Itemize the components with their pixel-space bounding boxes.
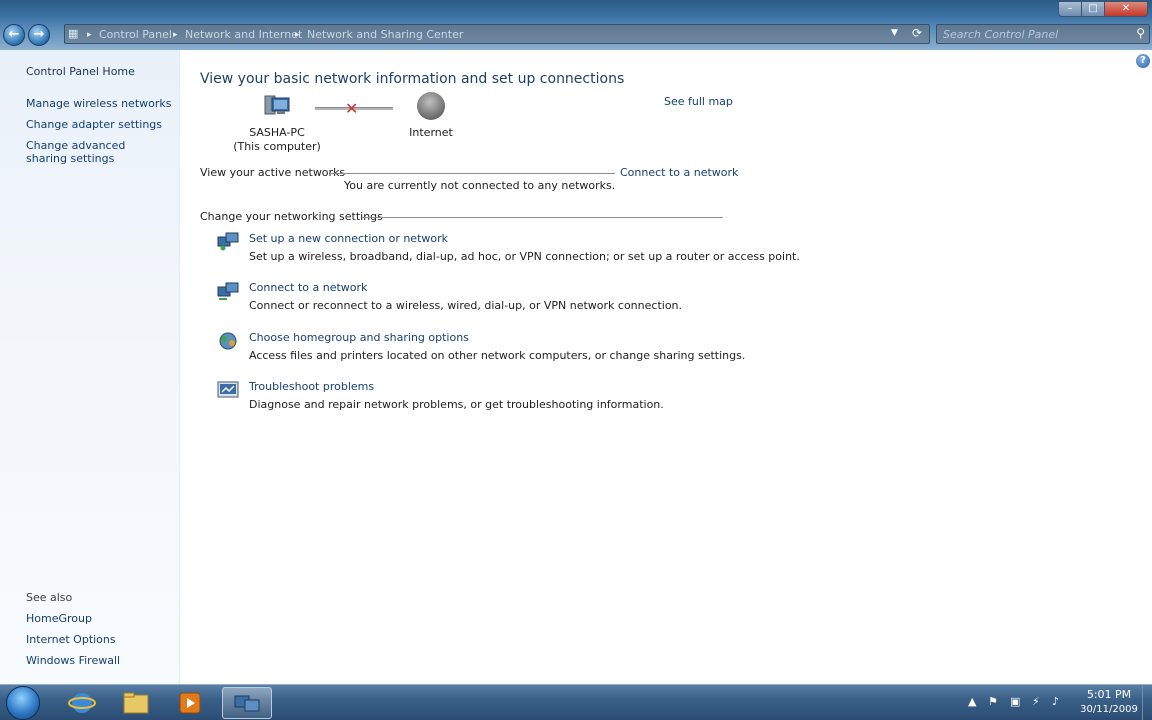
change-advanced-sharing-settings-link[interactable]: Change advanced sharing settings [26, 139, 166, 165]
search-input[interactable]: Search Control Panel ⚲ [936, 24, 1150, 44]
homegroup-icon [219, 332, 237, 350]
internet-label: Internet [409, 126, 453, 139]
internet-explorer-taskbar-button[interactable] [60, 687, 104, 719]
clock-time[interactable]: 5:01 PM [1076, 688, 1142, 701]
show-desktop-button[interactable] [1142, 685, 1152, 720]
action-center-flag-icon[interactable]: ⚑ [988, 695, 998, 708]
connection-status-text: You are currently not connected to any n… [344, 179, 616, 192]
breadcrumb-network-and-sharing-center[interactable]: Network and Sharing Center [307, 28, 463, 42]
manage-wireless-networks-link[interactable]: Manage wireless networks [26, 97, 171, 110]
active-networks-heading: View your active networks [200, 166, 346, 179]
homegroup-sharing-options-link[interactable]: Choose homegroup and sharing options [249, 331, 469, 344]
see-full-map-link[interactable]: See full map [664, 95, 733, 108]
maximize-button[interactable]: □ [1081, 1, 1105, 17]
divider [362, 217, 723, 218]
power-tray-icon[interactable]: ⚡ [1032, 695, 1040, 708]
page-title: View your basic network information and … [200, 71, 625, 87]
connect-to-network-task-link[interactable]: Connect to a network [249, 281, 367, 294]
disconnected-x-icon[interactable]: ✕ [345, 99, 358, 118]
media-player-icon [179, 692, 201, 714]
setup-new-connection-description: Set up a wireless, broadband, dial-up, a… [249, 250, 800, 263]
breadcrumb-network-and-internet[interactable]: Network and Internet [185, 28, 302, 42]
windows-firewall-link[interactable]: Windows Firewall [26, 654, 120, 667]
network-sharing-center-taskbar-button[interactable] [222, 687, 272, 719]
refresh-icon[interactable]: ⟳ [907, 26, 927, 42]
divider [329, 173, 615, 174]
connect-to-network-description: Connect or reconnect to a wireless, wire… [249, 299, 683, 312]
setup-new-connection-link[interactable]: Set up a new connection or network [249, 232, 448, 245]
show-hidden-icons-icon[interactable]: ▲ [968, 695, 976, 708]
forward-button[interactable]: → [28, 24, 50, 46]
breadcrumb-chevron-icon[interactable]: ▸ [87, 28, 92, 42]
media-player-taskbar-button[interactable] [168, 687, 212, 719]
clock-date[interactable]: 30/11/2009 [1076, 704, 1142, 715]
computer-subtitle: (This computer) [233, 140, 321, 153]
troubleshoot-problems-description: Diagnose and repair network problems, or… [249, 398, 664, 411]
folder-icon [123, 692, 149, 714]
taskbar: ▲ ⚑ ▣ ⚡ ♪ 5:01 PM 30/11/2009 [0, 684, 1152, 720]
network-tray-icon[interactable]: ▣ [1010, 695, 1020, 708]
control-panel-home-link[interactable]: Control Panel Home [26, 65, 135, 78]
address-bar[interactable]: ▦ ▸ Control Panel ▸ Network and Internet… [64, 24, 930, 44]
back-button[interactable]: ← [3, 24, 25, 46]
networking-settings-heading: Change your networking settings [200, 210, 383, 223]
troubleshoot-problems-link[interactable]: Troubleshoot problems [249, 380, 374, 393]
homegroup-sharing-options-description: Access files and printers located on oth… [249, 349, 746, 362]
internet-options-link[interactable]: Internet Options [26, 633, 116, 646]
see-also-heading: See also [26, 591, 73, 604]
internet-globe-icon[interactable] [417, 92, 445, 120]
new-connection-icon [217, 232, 239, 251]
control-panel-icon: ▦ [68, 27, 79, 40]
computer-name: SASHA-PC [249, 126, 305, 139]
breadcrumb-control-panel[interactable]: Control Panel [99, 28, 172, 42]
chevron-down-icon[interactable]: ▼ [891, 28, 898, 38]
volume-icon[interactable]: ♪ [1052, 695, 1059, 708]
search-icon[interactable]: ⚲ [1136, 26, 1145, 40]
windows-explorer-taskbar-button[interactable] [114, 687, 158, 719]
connect-to-network-link[interactable]: Connect to a network [620, 166, 738, 179]
breadcrumb-chevron-icon[interactable]: ▸ [295, 28, 300, 42]
troubleshoot-icon [217, 381, 239, 398]
left-pane: Control Panel Home Manage wireless netwo… [0, 50, 180, 684]
computer-icon [264, 95, 290, 115]
breadcrumb-chevron-icon[interactable]: ▸ [173, 28, 178, 42]
search-placeholder: Search Control Panel [943, 28, 1059, 41]
window-titlebar: – □ ✕ ← → ▦ ▸ Control Panel ▸ Network an… [0, 0, 1152, 50]
connect-network-icon [217, 282, 239, 300]
homegroup-link[interactable]: HomeGroup [26, 612, 92, 625]
network-icon [234, 695, 260, 712]
change-adapter-settings-link[interactable]: Change adapter settings [26, 118, 162, 131]
close-button[interactable]: ✕ [1104, 1, 1148, 17]
help-icon[interactable]: ? [1136, 54, 1150, 68]
internet-explorer-icon [68, 693, 96, 713]
main-content: ? View your basic network information an… [181, 50, 1152, 684]
arrow-right-icon: → [33, 27, 45, 42]
arrow-left-icon: ← [8, 27, 20, 42]
minimize-button[interactable]: – [1058, 1, 1082, 17]
start-button[interactable] [6, 686, 40, 720]
